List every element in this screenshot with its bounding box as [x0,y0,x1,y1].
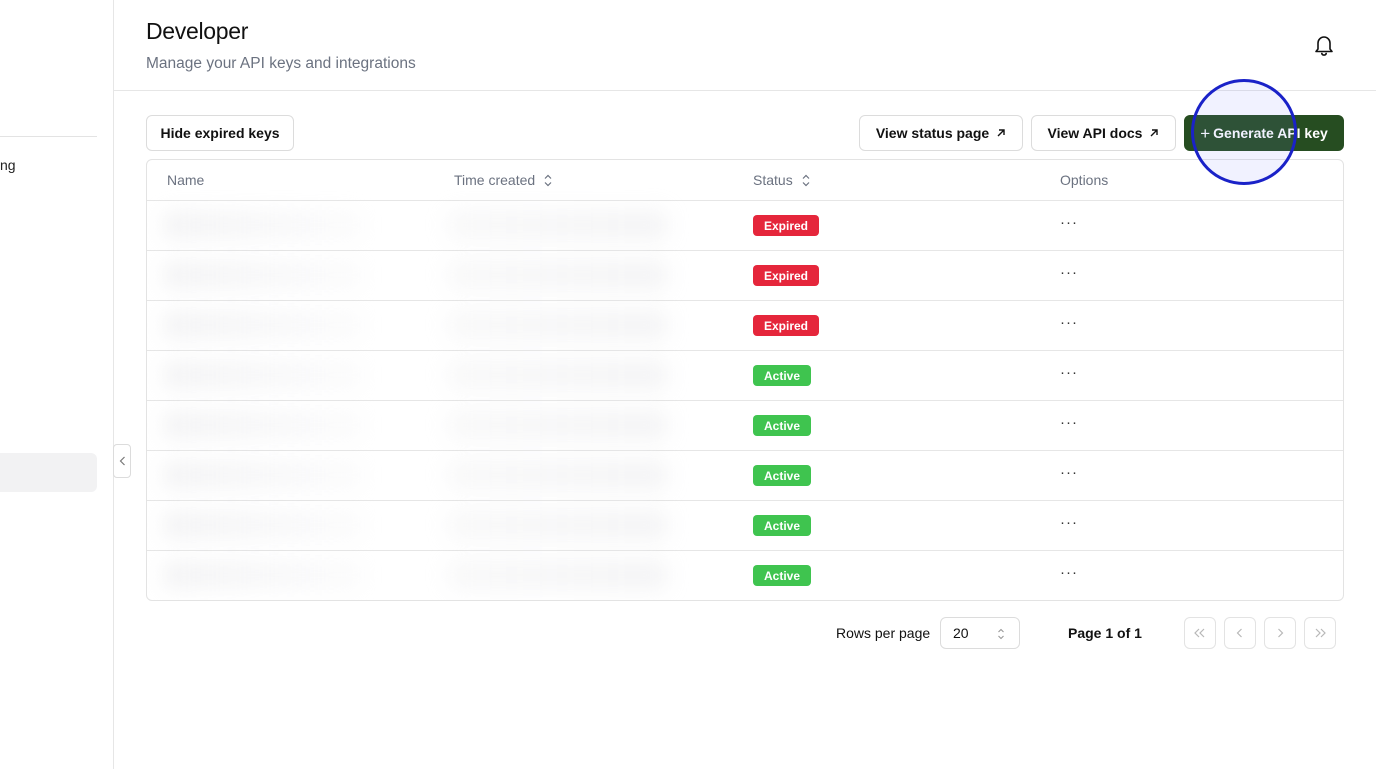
column-header-status[interactable]: Status [753,172,810,188]
redacted-time-created [447,260,667,290]
status-badge: Active [753,465,812,486]
sidebar-item-active[interactable] [0,453,97,492]
view-api-docs-label: View API docs [1047,125,1143,141]
redacted-key-name [163,560,363,590]
next-page-button[interactable] [1264,617,1296,649]
table-row[interactable]: Active ··· [147,501,1343,551]
arrow-up-right-icon [1150,129,1159,137]
status-badge: Expired [753,315,820,336]
notifications-button[interactable] [1312,32,1336,58]
column-header-status-label: Status [753,172,793,188]
redacted-time-created [447,210,667,240]
table-row[interactable]: Expired ··· [147,251,1343,301]
hide-expired-keys-label: Hide expired keys [160,125,280,141]
table-header: Name Time created Status Options [147,160,1343,201]
table-row[interactable]: Active ··· [147,551,1343,600]
column-header-time-created[interactable]: Time created [454,172,552,188]
page-info: Page 1 of 1 [1068,625,1142,641]
table-row[interactable]: Expired ··· [147,301,1343,351]
rows-per-page-label: Rows per page [836,625,931,641]
redacted-time-created [447,410,667,440]
sidebar: ng [0,0,114,769]
row-options-button[interactable]: ··· [1060,363,1078,385]
page-header: Developer Manage your API keys and integ… [114,0,1376,91]
redacted-time-created [447,510,667,540]
chevron-up-down-icon [998,628,1004,640]
chevrons-left-icon [1194,628,1205,638]
chevron-right-icon [1278,628,1284,638]
bell-icon [1315,36,1333,56]
status-badge: Expired [753,265,820,286]
arrow-up-right-icon [997,129,1005,137]
page-subtitle: Manage your API keys and integrations [146,55,416,72]
column-header-options: Options [1060,172,1108,188]
redacted-key-name [163,360,363,390]
column-header-time-created-label: Time created [454,172,536,188]
redacted-time-created [447,310,667,340]
rows-per-page-value: 20 [953,625,969,641]
table-row[interactable]: Expired ··· [147,201,1343,251]
last-page-button[interactable] [1304,617,1336,649]
redacted-key-name [163,460,363,490]
row-options-button[interactable]: ··· [1060,313,1078,335]
hide-expired-keys-button[interactable]: Hide expired keys [146,115,294,151]
sidebar-collapse-button[interactable] [113,444,131,478]
sidebar-item-label[interactable]: ng [0,157,16,173]
generate-api-key-button[interactable]: + Generate API key [1184,115,1344,151]
redacted-key-name [163,510,363,540]
redacted-key-name [163,210,363,240]
table-row[interactable]: Active ··· [147,451,1343,501]
sidebar-divider [0,136,97,137]
chevron-up-down-icon [802,174,810,186]
column-header-options-label: Options [1060,172,1109,188]
table-row[interactable]: Active ··· [147,351,1343,401]
column-header-name: Name [167,172,204,188]
status-badge: Expired [753,215,820,236]
redacted-key-name [163,260,363,290]
redacted-time-created [447,360,667,390]
page-title: Developer [146,18,249,44]
table-row[interactable]: Active ··· [147,401,1343,451]
row-options-button[interactable]: ··· [1060,263,1078,285]
api-keys-table: Name Time created Status Options Expired… [146,159,1344,601]
status-badge: Active [753,565,812,586]
view-status-page-label: View status page [875,125,990,141]
previous-page-button[interactable] [1224,617,1256,649]
row-options-button[interactable]: ··· [1060,513,1078,535]
redacted-time-created [447,460,667,490]
status-badge: Active [753,365,812,386]
row-options-button[interactable]: ··· [1060,563,1078,585]
chevron-left-icon [1236,628,1242,638]
column-header-name-label: Name [167,172,205,188]
row-options-button[interactable]: ··· [1060,463,1078,485]
redacted-time-created [447,560,667,590]
redacted-key-name [163,410,363,440]
chevrons-right-icon [1315,628,1326,638]
status-badge: Active [753,515,812,536]
status-badge: Active [753,415,812,436]
plus-icon: + [1200,123,1211,143]
first-page-button[interactable] [1184,617,1216,649]
generate-api-key-label: Generate API key [1213,125,1328,141]
redacted-key-name [163,310,363,340]
rows-per-page-select[interactable]: 20 [940,617,1020,649]
view-api-docs-button[interactable]: View API docs [1031,115,1176,151]
view-status-page-button[interactable]: View status page [859,115,1023,151]
chevron-up-down-icon [544,174,552,186]
chevron-left-icon [119,456,125,466]
row-options-button[interactable]: ··· [1060,213,1078,235]
row-options-button[interactable]: ··· [1060,413,1078,435]
